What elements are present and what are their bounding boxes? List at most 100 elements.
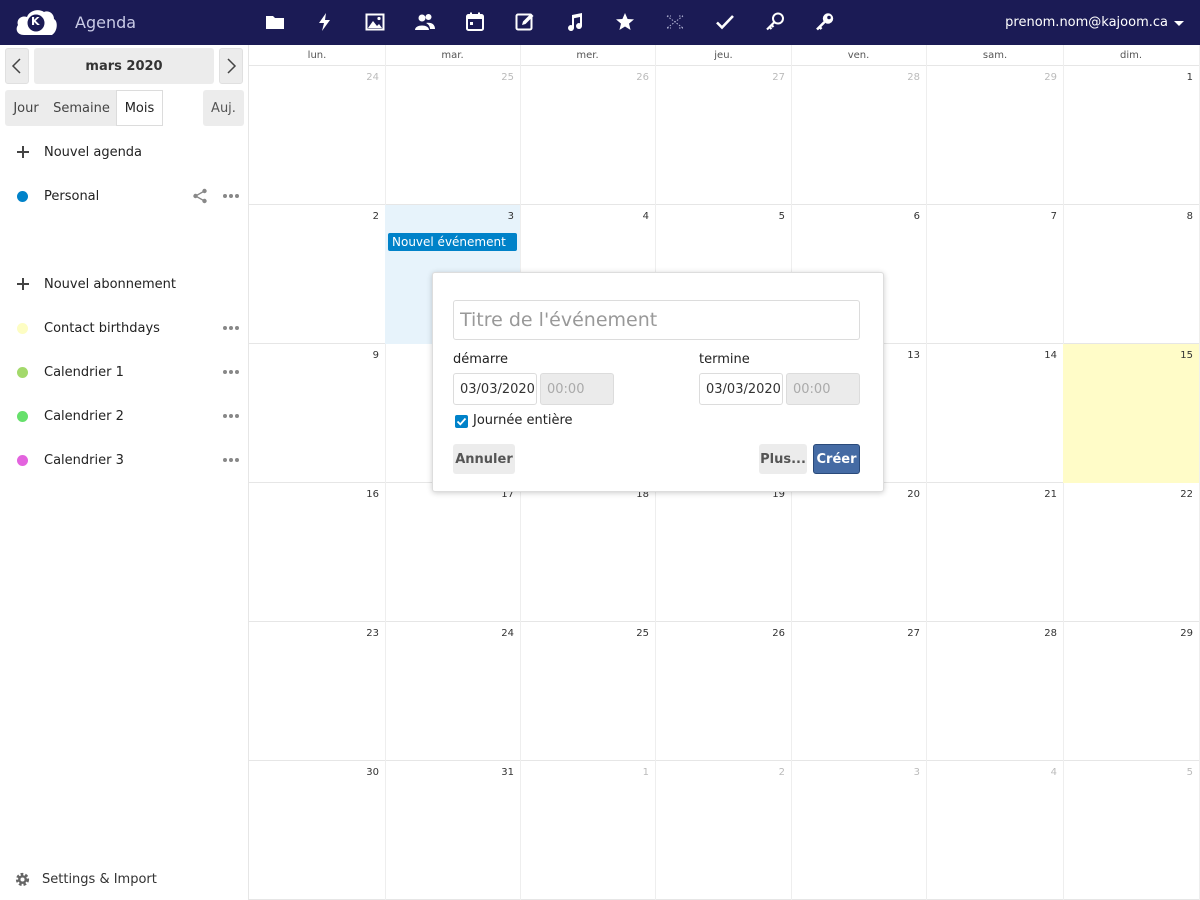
- day-cell[interactable]: 18: [520, 483, 656, 622]
- day-cell[interactable]: 24: [249, 66, 386, 205]
- calendar-color-dot: [17, 454, 28, 466]
- end-time-input: [786, 373, 860, 405]
- more-options-icon[interactable]: [223, 457, 239, 463]
- day-cell[interactable]: 1: [1063, 66, 1200, 205]
- deck-icon[interactable]: [662, 8, 688, 36]
- kajoom-logo[interactable]: K: [14, 7, 58, 37]
- settings-import-button[interactable]: Settings & Import: [0, 863, 249, 895]
- subscription-item-calendrier-2[interactable]: Calendrier 2: [0, 398, 249, 434]
- today-button[interactable]: Auj.: [203, 90, 244, 126]
- day-cell[interactable]: 5: [1063, 761, 1200, 900]
- day-cell[interactable]: 29: [927, 66, 1064, 205]
- current-month-label[interactable]: mars 2020: [34, 48, 214, 84]
- day-number: 28: [1044, 628, 1057, 639]
- calendar-color-dot: [17, 366, 28, 378]
- day-cell[interactable]: 1: [520, 761, 656, 900]
- subscription-item-label: Contact birthdays: [44, 320, 160, 336]
- subscription-item-calendrier-3[interactable]: Calendrier 3: [0, 442, 249, 478]
- subscription-item-calendrier-1[interactable]: Calendrier 1: [0, 354, 249, 390]
- day-number: 24: [366, 72, 379, 83]
- folder-icon[interactable]: [262, 8, 288, 36]
- more-options-icon[interactable]: [223, 325, 239, 331]
- view-week-button[interactable]: Semaine: [47, 90, 116, 126]
- day-cell[interactable]: 31: [385, 761, 521, 900]
- next-month-button[interactable]: [219, 48, 243, 84]
- notes-icon[interactable]: [512, 8, 538, 36]
- passwords-icon[interactable]: [762, 8, 788, 36]
- keys-icon[interactable]: [812, 8, 838, 36]
- calendar-color-dot: [17, 410, 28, 422]
- share-icon[interactable]: [192, 188, 208, 204]
- day-cell[interactable]: 2: [249, 205, 386, 344]
- chevron-down-icon[interactable]: [1174, 21, 1184, 26]
- day-cell[interactable]: 22: [1063, 483, 1200, 622]
- day-cell[interactable]: 17: [385, 483, 521, 622]
- view-month-button[interactable]: Mois: [116, 90, 163, 126]
- day-cell[interactable]: 16: [249, 483, 386, 622]
- more-button[interactable]: Plus...: [759, 444, 807, 474]
- new-subscription-button[interactable]: Nouvel abonnement: [0, 266, 249, 302]
- event-chip[interactable]: Nouvel événement: [388, 233, 517, 251]
- view-day-button[interactable]: Jour: [5, 90, 47, 126]
- user-menu[interactable]: prenom.nom@kajoom.ca: [1005, 15, 1168, 30]
- day-number: 5: [1186, 767, 1193, 778]
- day-cell[interactable]: 3: [791, 761, 927, 900]
- new-event-popup: démarre termine Journée entière Annuler …: [432, 272, 884, 492]
- previous-month-button[interactable]: [5, 48, 29, 84]
- music-icon[interactable]: [562, 8, 588, 36]
- day-cell[interactable]: 27: [791, 622, 927, 761]
- more-options-icon[interactable]: [223, 413, 239, 419]
- day-cell[interactable]: 28: [927, 622, 1064, 761]
- day-cell[interactable]: 19: [656, 483, 792, 622]
- plus-icon: [16, 277, 30, 291]
- tasks-icon[interactable]: [712, 8, 738, 36]
- logo-letter: K: [31, 15, 40, 28]
- day-cell[interactable]: 7: [927, 205, 1064, 344]
- plus-icon: [16, 145, 30, 159]
- day-cell[interactable]: 15: [1063, 344, 1200, 483]
- day-cell[interactable]: 2: [656, 761, 792, 900]
- day-cell[interactable]: 9: [249, 344, 386, 483]
- create-button[interactable]: Créer: [813, 444, 860, 474]
- day-cell[interactable]: 30: [249, 761, 386, 900]
- sidebar: mars 2020 Jour Semaine Mois Auj. Nouvel …: [0, 45, 249, 900]
- calendar-item-personal[interactable]: Personal: [0, 178, 249, 214]
- day-cell[interactable]: 24: [385, 622, 521, 761]
- more-options-icon[interactable]: [223, 369, 239, 375]
- contacts-icon[interactable]: [412, 8, 438, 36]
- day-number: 16: [366, 489, 379, 500]
- day-cell[interactable]: 27: [656, 66, 792, 205]
- day-cell[interactable]: 26: [520, 66, 656, 205]
- day-number: 14: [1044, 350, 1057, 361]
- day-number: 26: [772, 628, 785, 639]
- day-number: 29: [1180, 628, 1193, 639]
- end-date-input[interactable]: [699, 373, 783, 405]
- day-cell[interactable]: 20: [791, 483, 927, 622]
- day-number: 6: [913, 211, 920, 222]
- calendar-icon[interactable]: [462, 8, 488, 36]
- bookmarks-icon[interactable]: [612, 8, 638, 36]
- chevron-right-icon: [227, 58, 237, 74]
- all-day-label[interactable]: Journée entière: [473, 413, 573, 428]
- day-cell[interactable]: 14: [927, 344, 1064, 483]
- new-calendar-label: Nouvel agenda: [44, 144, 143, 160]
- activity-icon[interactable]: [312, 8, 338, 36]
- start-date-input[interactable]: [453, 373, 537, 405]
- day-cell[interactable]: 23: [249, 622, 386, 761]
- subscription-item-contact-birthdays[interactable]: Contact birthdays: [0, 310, 249, 346]
- day-cell[interactable]: 21: [927, 483, 1064, 622]
- day-cell[interactable]: 26: [656, 622, 792, 761]
- cancel-button[interactable]: Annuler: [453, 444, 515, 474]
- day-cell[interactable]: 8: [1063, 205, 1200, 344]
- event-title-input[interactable]: [453, 300, 860, 340]
- new-calendar-button[interactable]: Nouvel agenda: [0, 134, 249, 170]
- day-cell[interactable]: 29: [1063, 622, 1200, 761]
- day-cell[interactable]: 25: [385, 66, 521, 205]
- all-day-checkbox[interactable]: [455, 415, 468, 428]
- day-cell[interactable]: 28: [791, 66, 927, 205]
- gallery-icon[interactable]: [362, 8, 388, 36]
- day-number: 24: [501, 628, 514, 639]
- day-cell[interactable]: 4: [927, 761, 1064, 900]
- more-options-icon[interactable]: [223, 193, 239, 199]
- day-cell[interactable]: 25: [520, 622, 656, 761]
